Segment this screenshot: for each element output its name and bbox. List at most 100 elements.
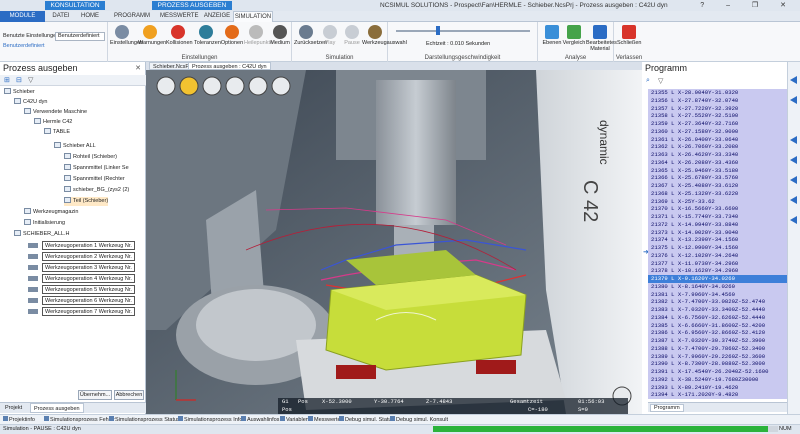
play-button[interactable]: Play [318, 25, 342, 46]
program-line[interactable]: 21356 L X-27.8740Y-32.0740 [651, 97, 738, 105]
program-line[interactable]: 21387 L X-7.0320Y-30.3740Z-52.3900 [651, 337, 765, 345]
tree-node[interactable]: Werkzeugmagazin [24, 208, 78, 217]
program-search-icon[interactable]: ⌕ [646, 77, 650, 85]
program-line[interactable]: 21388 L X-7.4700Y-29.7860Z-52.3400 [651, 345, 765, 353]
tree-node-operation[interactable]: Werkzeugoperation 2 Werkzeug Nr. [42, 252, 135, 261]
settings-select[interactable]: Benutzerdefiniert [55, 32, 105, 41]
program-line[interactable]: 21391 L X-17.4540Y-26.2040Z-52.1600 [651, 368, 769, 376]
filter-icon[interactable]: ▽ [28, 76, 33, 84]
view-pan-icon[interactable] [179, 76, 199, 96]
sidebar-arrow-icon[interactable] [790, 76, 797, 84]
simulation-viewport[interactable]: dynamic C 42 G1 Pos X-52.3000 Y-30.7764 … [146, 70, 642, 414]
warnungen-button[interactable]: Warnungen [138, 25, 166, 46]
tree-node[interactable]: C42U dyn [14, 98, 47, 107]
schliessen-button[interactable]: Schließen [617, 25, 641, 46]
tree-node[interactable]: SCHIEBER_ALL.H [14, 230, 69, 239]
tab-home[interactable]: HOME [78, 11, 102, 22]
program-line[interactable]: 21367 L X-25.4080Y-33.6120 [651, 182, 738, 190]
tree-node[interactable]: Verwendete Maschine [24, 108, 87, 117]
tab-programm-panel[interactable]: Programm [650, 404, 684, 412]
tree-node[interactable]: Schieber [4, 88, 35, 97]
view-rotate-icon[interactable] [156, 76, 176, 96]
sidebar-arrow-icon[interactable] [790, 196, 797, 204]
program-line[interactable]: 21394 L X-171.2020Y-9.4820 [651, 391, 738, 399]
program-line[interactable]: 21364 L X-26.2080Y-33.4360 [651, 159, 738, 167]
tab-module[interactable]: MODULE [0, 11, 45, 22]
program-line[interactable]: 21384 L X-6.7560Y-32.6260Z-52.4440 [651, 314, 765, 322]
tree-node-operation[interactable]: Werkzeugoperation 6 Werkzeug Nr. [42, 296, 135, 305]
program-line[interactable]: 21393 L X-89.2410Y-19.4620 [651, 384, 738, 392]
program-line[interactable]: 21378 L X-10.1620Y-34.2960 [651, 267, 738, 275]
program-line[interactable]: 21376 L X-12.1020Y-34.2640 [651, 252, 738, 260]
program-listing[interactable]: 21355 L X-28.0040Y-31.0320 21356 L X-27.8… [648, 89, 787, 399]
visibility-toggles[interactable] [28, 241, 38, 317]
program-line[interactable]: 21371 L X-15.7740Y-33.7340 [651, 213, 738, 221]
view-zoom-icon[interactable] [202, 76, 222, 96]
program-line[interactable]: 21360 L X-27.1580Y-32.9000 [651, 128, 738, 136]
medium-button[interactable]: Medium [268, 25, 292, 46]
program-line[interactable]: 21373 L X-14.0020Y-33.9040 [651, 229, 738, 237]
program-line[interactable]: 21357 L X-27.7220Y-32.3920 [651, 105, 738, 113]
abbrechen-button[interactable]: Abbrechen [114, 390, 144, 400]
sidebar-arrow-icon[interactable] [790, 156, 797, 164]
einstellungen-button[interactable]: Einstellungen [110, 25, 143, 46]
vergleich-button[interactable]: Vergleich [562, 25, 586, 46]
tree-node-operation[interactable]: Werkzeugoperation 4 Werkzeug Nr. [42, 274, 135, 283]
tree-node[interactable]: Spannmittel (Rechter [64, 175, 125, 184]
kollisionen-button[interactable]: Kollisionen [166, 25, 193, 46]
program-line[interactable]: 21366 L X-25.6780Y-33.5760 [651, 174, 738, 182]
sidebar-arrow-icon[interactable] [790, 176, 797, 184]
tab-projekt[interactable]: Projekt [2, 403, 25, 413]
pin-icon[interactable]: ✕ [135, 64, 141, 72]
speed-slider-thumb[interactable] [436, 26, 440, 35]
uebernehmen-button[interactable]: Übernehm... [78, 390, 112, 400]
program-line[interactable]: 21377 L X-11.0730Y-34.2960 [651, 260, 738, 268]
program-line[interactable]: 21365 L X-25.9460Y-33.5180 [651, 167, 738, 175]
tree-node-operation[interactable]: Werkzeugoperation 5 Werkzeug Nr. [42, 285, 135, 294]
ebenen-button[interactable]: Ebenen [540, 25, 564, 46]
program-line[interactable]: 21381 L X-7.9960Y-34.4560 [651, 291, 735, 299]
zuruecksetzen-button[interactable]: Zurücksetzen [294, 25, 327, 46]
tab-anzeige[interactable]: ANZEIGE [202, 11, 232, 22]
collapse-icon[interactable]: ⊟ [16, 76, 22, 84]
tree-node-selected[interactable]: Teil (Schieber) [64, 197, 109, 206]
tab-messwerte[interactable]: MESSWERTE [160, 11, 199, 22]
program-line[interactable]: 21386 L X-6.9560Y-32.8660Z-52.4120 [651, 329, 765, 337]
program-line[interactable]: 21374 L X-13.2390Y-34.1560 [651, 236, 738, 244]
program-line[interactable]: 21369 L X-25Y-33.62 [651, 198, 715, 206]
toleranzen-button[interactable]: Toleranzen [194, 25, 221, 46]
view-section-icon[interactable] [271, 76, 291, 96]
program-line[interactable]: 21358 L X-27.5520Y-32.5100 [651, 112, 738, 120]
speed-slider[interactable] [396, 30, 530, 32]
program-filter-icon[interactable]: ▽ [658, 77, 663, 85]
view-fit-icon[interactable] [225, 76, 245, 96]
program-line[interactable]: 21385 L X-6.6660Y-31.8600Z-52.4200 [651, 322, 765, 330]
optionen-button[interactable]: Optionen [220, 25, 244, 46]
tree-node[interactable]: Spannmittel (Linker Se [64, 164, 129, 173]
program-line[interactable]: 21389 L X-7.9960Y-29.2260Z-52.3600 [651, 353, 765, 361]
program-line[interactable]: 21368 L X-25.1320Y-33.6220 [651, 190, 738, 198]
sidebar-arrow-icon[interactable] [790, 96, 797, 104]
program-line-current[interactable]: 21379 L X-9.1620Y-34.0260 [648, 275, 787, 283]
pause-button[interactable]: Pause [340, 25, 364, 46]
expand-icon[interactable]: ⊞ [4, 76, 10, 84]
program-line[interactable]: 21363 L X-26.4620Y-33.3340 [651, 151, 738, 159]
window-controls[interactable]: ? – ❐ ✕ [700, 0, 796, 11]
program-line[interactable]: 21380 L X-8.1640Y-34.0260 [651, 283, 735, 291]
program-line[interactable]: 21362 L X-26.7060Y-33.2080 [651, 143, 738, 151]
program-line[interactable]: 21375 L X-12.9900Y-34.1560 [651, 244, 738, 252]
tree-node[interactable]: Schieber ALL [54, 142, 96, 151]
program-line[interactable]: 21382 L X-7.4700Y-33.0820Z-52.4740 [651, 298, 765, 306]
program-line[interactable]: 21383 L X-7.0320Y-33.3400Z-52.4440 [651, 306, 765, 314]
tree-node-operation[interactable]: Werkzeugoperation 1 Werkzeug Nr. [42, 241, 135, 250]
tab-simulation[interactable]: SIMULATION [233, 11, 273, 22]
tree-node[interactable]: Rohteil (Schieber) [64, 153, 117, 162]
tree-node[interactable]: Initialisierung [24, 219, 65, 228]
sidebar-arrow-icon[interactable] [790, 136, 797, 144]
heilepunkte-button[interactable]: Heilepunkte [244, 25, 273, 46]
program-line[interactable]: 21392 L X-38.5240Y-19.7680Z30000 [651, 376, 758, 384]
view-iso-icon[interactable] [248, 76, 268, 96]
program-line[interactable]: 21355 L X-28.0040Y-31.0320 [651, 89, 738, 97]
tab-datei[interactable]: DATEI [48, 11, 74, 22]
program-line[interactable]: 21370 L X-16.5660Y-33.6600 [651, 205, 738, 213]
